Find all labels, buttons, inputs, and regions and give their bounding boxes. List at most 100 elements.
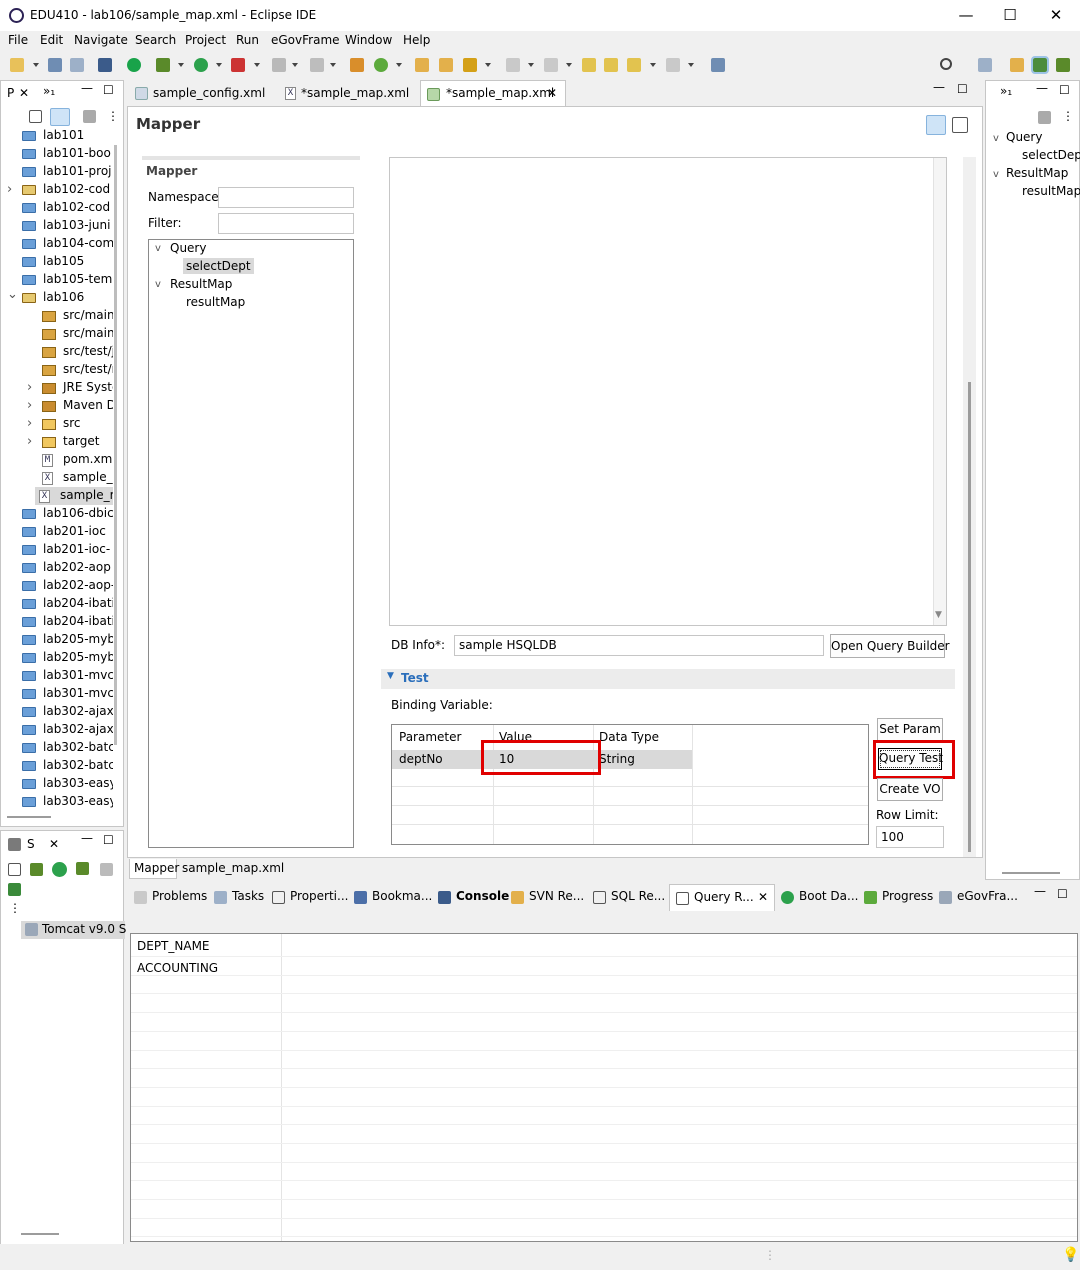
close-window-button[interactable]: ✕ xyxy=(1033,0,1079,31)
package-icon[interactable] xyxy=(350,58,364,72)
tree-item[interactable]: lab303-easy xyxy=(1,793,113,811)
forward-icon[interactable] xyxy=(666,58,680,72)
chevron-right-icon[interactable]: › xyxy=(27,380,32,395)
open-query-builder-button[interactable]: Open Query Builder xyxy=(830,634,950,658)
layout-vertical-icon[interactable] xyxy=(952,117,968,133)
tab-progress[interactable]: Progress xyxy=(882,889,933,903)
namespace-input[interactable] xyxy=(218,187,354,208)
debug-icon[interactable] xyxy=(156,58,170,72)
collapse-icon[interactable] xyxy=(8,863,21,876)
servers-tab[interactable]: S xyxy=(27,837,35,851)
maximize-bottom-icon[interactable]: ☐ xyxy=(1057,887,1068,901)
row-limit-input[interactable]: 100 xyxy=(876,826,944,848)
outline-filter-icon[interactable] xyxy=(1038,111,1051,124)
tree-item[interactable]: lab104-com xyxy=(1,235,113,253)
tree-item[interactable]: lab106-dbic xyxy=(1,505,113,523)
tree-item[interactable]: › JRE Syste xyxy=(1,379,113,397)
tab-tasks[interactable]: Tasks xyxy=(232,889,264,903)
save-icon[interactable] xyxy=(48,58,62,72)
close-servers-icon[interactable]: ✕ xyxy=(49,837,59,851)
tree-item[interactable]: lab302-ajax xyxy=(1,721,113,739)
set-param-button[interactable]: Set Param xyxy=(877,718,943,741)
tree-item[interactable]: lab302-ajax xyxy=(1,703,113,721)
form-scrollbar-thumb[interactable] xyxy=(968,382,971,852)
disconnect-icon[interactable] xyxy=(310,58,324,72)
tree-item[interactable]: lab302-batc xyxy=(1,739,113,757)
tree-item[interactable]: lab101-boo xyxy=(1,145,113,163)
run-external-icon[interactable] xyxy=(231,58,245,72)
explorer-menu-icon[interactable]: ⋮ xyxy=(107,109,119,123)
tab-bookmarks[interactable]: Bookma... xyxy=(372,889,432,903)
servers-menu-icon[interactable]: ⋮ xyxy=(9,901,21,915)
tree-item[interactable]: › Maven D xyxy=(1,397,113,415)
profile-icon[interactable] xyxy=(76,862,89,875)
tree-resultmap[interactable]: ResultMap xyxy=(170,277,232,291)
test-section-header[interactable]: ▼ Test xyxy=(381,669,955,689)
egov-perspective-icon[interactable] xyxy=(1031,56,1049,74)
chevron-down-icon[interactable]: v xyxy=(155,279,161,290)
form-scrollbar[interactable] xyxy=(963,157,976,857)
tree-item[interactable]: › src xyxy=(1,415,113,433)
maximize-servers-icon[interactable]: ☐ xyxy=(103,833,114,847)
power-icon[interactable] xyxy=(127,58,141,72)
collapse-all-icon[interactable] xyxy=(29,110,42,123)
tab-properties[interactable]: Properti... xyxy=(290,889,348,903)
maximize-outline-icon[interactable]: ☐ xyxy=(1059,83,1070,97)
minimize-view-icon[interactable]: — xyxy=(81,81,93,95)
tab-problems[interactable]: Problems xyxy=(152,889,207,903)
menu-help[interactable]: Help xyxy=(403,33,430,47)
server-row[interactable]: Tomcat v9.0 Se xyxy=(21,921,134,939)
tab-svn[interactable]: SVN Re... xyxy=(529,889,584,903)
tree-item[interactable]: Xsample_r xyxy=(35,487,113,505)
menu-file[interactable]: File xyxy=(8,33,28,47)
chevron-right-icon[interactable]: › xyxy=(27,434,32,449)
tree-item[interactable]: lab105-tem xyxy=(1,271,113,289)
refresh-icon[interactable] xyxy=(374,58,388,72)
chevron-right-icon[interactable]: › xyxy=(27,416,32,431)
sql-editor-scrollbar[interactable] xyxy=(933,158,946,625)
stop-server-icon[interactable] xyxy=(100,863,113,876)
tree-item[interactable]: lab205-myb xyxy=(1,649,113,667)
start-server-icon[interactable] xyxy=(52,862,67,877)
editor-page-tab-source[interactable]: sample_map.xml xyxy=(178,859,284,879)
outline-resultmap[interactable]: ResultMap xyxy=(1006,166,1068,180)
close-tab-icon[interactable]: ✕ xyxy=(547,86,557,100)
debug-perspective-icon[interactable] xyxy=(1056,58,1070,72)
tree-item[interactable]: src/main, xyxy=(1,325,113,343)
pin-editor-icon[interactable] xyxy=(711,58,725,72)
project-explorer-tab[interactable]: P xyxy=(7,86,14,100)
publish-icon[interactable] xyxy=(8,883,21,896)
tree-item[interactable]: Mpom.xml xyxy=(1,451,113,469)
new-icon[interactable] xyxy=(10,58,24,72)
minimize-button[interactable]: — xyxy=(943,0,989,31)
tree-item[interactable]: lab204-ibati xyxy=(1,613,113,631)
editor-tab-config[interactable]: sample_config.xml xyxy=(131,82,271,104)
db-info-input[interactable]: sample HSQLDB xyxy=(454,635,824,656)
tree-item[interactable]: lab204-ibati xyxy=(1,595,113,613)
chevron-down-icon[interactable]: v xyxy=(993,133,999,144)
menu-project[interactable]: Project xyxy=(185,33,226,47)
tree-item[interactable]: lab101-proj xyxy=(1,163,113,181)
layout-horizontal-icon[interactable] xyxy=(926,115,946,135)
tab-console[interactable]: Console xyxy=(456,889,509,903)
editor-page-tab-mapper[interactable]: Mapper xyxy=(129,859,179,879)
maximize-editor-icon[interactable]: ☐ xyxy=(957,82,968,96)
chevron-down-icon[interactable]: v xyxy=(155,243,161,254)
save-all-icon[interactable] xyxy=(70,58,84,72)
minimize-outline-icon[interactable]: — xyxy=(1036,81,1048,95)
tree-item[interactable]: lab301-mvc xyxy=(1,685,113,703)
terminal-icon[interactable] xyxy=(98,58,112,72)
tree-item[interactable]: › lab102-cod xyxy=(1,181,113,199)
outline-result-map[interactable]: resultMap xyxy=(1022,184,1080,198)
outline-menu-icon[interactable]: ⋮ xyxy=(1062,109,1074,123)
column-header-parameter[interactable]: Parameter xyxy=(399,730,461,744)
tree-item[interactable]: lab202-aop- xyxy=(1,577,113,595)
tab-sql-results[interactable]: SQL Re... xyxy=(611,889,665,903)
outline-query[interactable]: Query xyxy=(1006,130,1042,144)
open-folder-icon[interactable] xyxy=(415,58,429,72)
outline-tab[interactable]: »₁ xyxy=(1000,84,1012,98)
menu-window[interactable]: Window xyxy=(345,33,392,47)
result-column-header[interactable]: DEPT_NAME xyxy=(137,939,210,953)
tree-item[interactable]: lab205-myb xyxy=(1,631,113,649)
vertical-scrollbar[interactable] xyxy=(114,145,117,745)
